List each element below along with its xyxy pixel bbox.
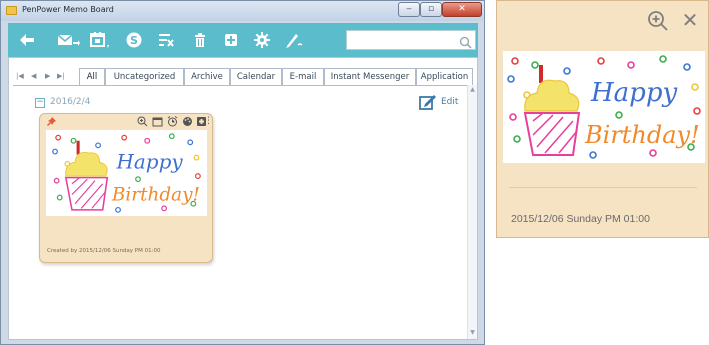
more-options-icon[interactable]: ⋮: [203, 116, 214, 127]
maximize-button[interactable]: ▫: [420, 2, 442, 17]
pen-icon[interactable]: [283, 30, 303, 50]
calendar-icon[interactable]: [89, 30, 109, 50]
zoom-in-icon: [648, 11, 668, 31]
search-input[interactable]: [350, 33, 458, 48]
memo-board-area: |◀ ◀ ▶ ▶| All Uncategorized Archive Cale…: [8, 57, 478, 340]
skype-icon[interactable]: S: [124, 30, 144, 50]
settings-icon[interactable]: [252, 30, 272, 50]
next-page-arrow-icon[interactable]: ▶: [45, 72, 50, 80]
alarm-icon[interactable]: [167, 116, 178, 127]
close-icon[interactable]: ✕: [679, 10, 701, 32]
zoom-in-button[interactable]: [647, 10, 669, 32]
palette-icon[interactable]: [182, 116, 193, 127]
happy-text: Happy: [116, 149, 184, 173]
trash-icon[interactable]: [190, 30, 210, 50]
first-page-arrow-icon[interactable]: |◀: [16, 72, 24, 80]
search-box[interactable]: [346, 30, 476, 50]
last-page-arrow-icon[interactable]: ▶|: [57, 72, 65, 80]
window-title: PenPower Memo Board: [22, 5, 114, 14]
edit-label: Edit: [441, 97, 459, 107]
divider: [509, 187, 697, 188]
svg-text:S: S: [130, 34, 138, 47]
back-arrow-icon[interactable]: [17, 30, 37, 50]
add-note-icon[interactable]: [221, 30, 241, 50]
memo-card[interactable]: ⋮ Happy Birthday! Created by 2015/12/06 …: [39, 113, 213, 263]
collapse-group-button[interactable]: −: [35, 98, 45, 108]
app-icon: [6, 6, 17, 15]
tab-strip: |◀ ◀ ▶ ▶| All Uncategorized Archive Cale…: [13, 68, 473, 85]
tab-uncategorized[interactable]: Uncategorized: [105, 68, 184, 85]
group-date-heading: 2016/2/4: [50, 97, 91, 107]
tab-email[interactable]: E-mail: [282, 68, 324, 85]
memo-date: 2015/12/06 Sunday PM 01:00: [511, 213, 650, 225]
happy-text-large: Happy: [590, 78, 677, 108]
birthday-text: Birthday!: [111, 185, 200, 206]
zoomed-memo-panel: ✕ Happy Birthday! 2015/12/06 Sunday PM 0…: [496, 0, 709, 238]
title-bar[interactable]: PenPower Memo Board ‒ ▫ ✕: [1, 1, 484, 21]
edit-button[interactable]: Edit: [419, 94, 459, 110]
scroll-down-arrow-icon[interactable]: ▼: [469, 329, 476, 336]
pin-icon[interactable]: [46, 116, 57, 127]
tab-archive[interactable]: Archive: [184, 68, 230, 85]
zoom-in-icon[interactable]: [137, 116, 148, 127]
tab-all[interactable]: All: [79, 68, 105, 85]
calendar-small-icon[interactable]: [152, 116, 163, 127]
memo-created-info: Created by 2015/12/06 Sunday PM 01:00: [47, 248, 160, 254]
toolbar: S: [8, 23, 478, 57]
created-date: 2015/12/06 Sunday PM 01:00: [79, 248, 161, 254]
filter-icon[interactable]: [156, 30, 176, 50]
tab-instant-messenger[interactable]: Instant Messenger: [324, 68, 416, 85]
edit-icon: [419, 95, 437, 114]
scroll-up-arrow-icon[interactable]: ▲: [469, 86, 476, 93]
birthday-text-large: Birthday!: [584, 121, 700, 149]
memo-card-toolbar: ⋮: [40, 114, 214, 129]
app-window: PenPower Memo Board ‒ ▫ ✕ S |◀ ◀ ▶ ▶| Al…: [0, 0, 485, 345]
vertical-scrollbar[interactable]: ▲ ▼: [467, 85, 477, 339]
close-button[interactable]: ✕: [442, 2, 482, 17]
search-icon[interactable]: [459, 34, 472, 53]
created-label: Created by: [47, 248, 78, 254]
birthday-drawing-large: Happy Birthday!: [503, 51, 705, 163]
mail-send-icon[interactable]: [56, 30, 80, 50]
prev-page-arrow-icon[interactable]: ◀: [31, 72, 36, 80]
tab-application[interactable]: Application: [416, 68, 473, 85]
minimize-button[interactable]: ‒: [398, 2, 420, 17]
tab-calendar[interactable]: Calendar: [230, 68, 282, 85]
birthday-drawing: Happy Birthday!: [46, 130, 207, 216]
tab-divider: [13, 85, 468, 86]
screen: PenPower Memo Board ‒ ▫ ✕ S |◀ ◀ ▶ ▶| Al…: [0, 0, 709, 345]
